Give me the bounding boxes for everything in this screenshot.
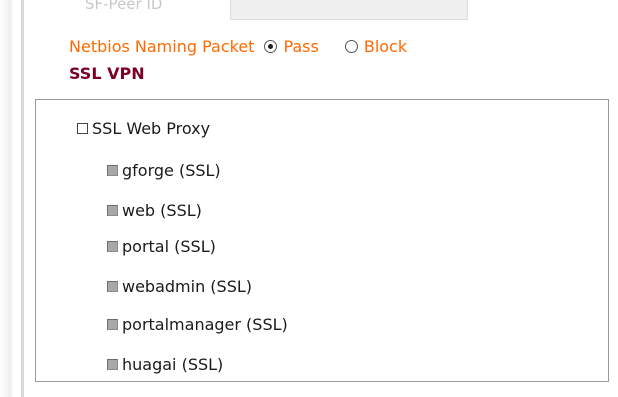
proxy-item-portal: portal (SSL) <box>107 235 216 257</box>
netbios-label: Netbios Naming Packet <box>69 36 255 56</box>
proxy-item-web: web (SSL) <box>107 199 202 221</box>
webadmin-label: webadmin (SSL) <box>122 276 253 296</box>
netbios-block-option[interactable]: Block <box>344 36 408 56</box>
proxy-item-webadmin: webadmin (SSL) <box>107 275 252 297</box>
proxy-item-portalmanager: portalmanager (SSL) <box>107 313 288 335</box>
radio-pass-label: Pass <box>283 36 319 56</box>
ssl-vpn-list-box: SSL Web Proxy gforge (SSL) web (SSL) por… <box>35 99 609 382</box>
radio-block[interactable] <box>344 39 358 53</box>
webadmin-checkbox <box>107 280 118 292</box>
netbios-pass-option[interactable]: Pass <box>264 36 319 56</box>
gforge-checkbox <box>107 164 118 176</box>
proxy-item-gforge: gforge (SSL) <box>107 159 221 181</box>
huagai-label: huagai (SSL) <box>122 354 224 374</box>
ssl-web-proxy-checkbox[interactable] <box>77 122 88 134</box>
gforge-label: gforge (SSL) <box>122 160 221 180</box>
radio-block-label: Block <box>363 36 408 56</box>
proxy-item-huagai: huagai (SSL) <box>107 353 223 375</box>
portalmanager-checkbox <box>107 318 118 330</box>
panel-border <box>21 0 24 397</box>
portal-label: portal (SSL) <box>122 236 216 256</box>
web-checkbox <box>107 204 118 216</box>
portalmanager-label: portalmanager (SSL) <box>122 314 288 334</box>
radio-pass[interactable] <box>264 39 278 53</box>
peer-id-label: SF-Peer ID <box>85 0 163 13</box>
portal-checkbox <box>107 240 118 252</box>
ssl-web-proxy-label: SSL Web Proxy <box>92 118 211 138</box>
ssl-web-proxy-item[interactable]: SSL Web Proxy <box>77 117 210 139</box>
peer-id-input[interactable] <box>230 0 468 20</box>
section-title-ssl-vpn: SSL VPN <box>69 64 145 83</box>
huagai-checkbox <box>107 358 118 370</box>
web-label: web (SSL) <box>122 200 202 220</box>
netbios-row: Netbios Naming Packet Pass Block <box>69 34 433 58</box>
window-edge <box>0 0 13 397</box>
